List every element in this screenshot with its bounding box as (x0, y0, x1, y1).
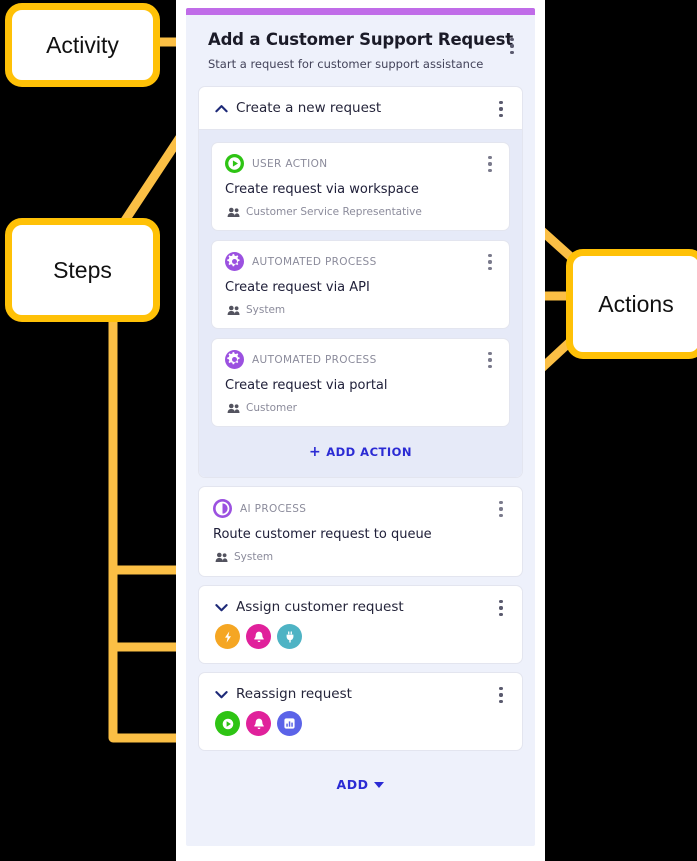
step-route-customer-request-to-queue[interactable]: AI PROCESS Route customer request to que… (198, 486, 523, 577)
action-kebab-menu-icon[interactable] (483, 254, 497, 271)
step-chip-row (199, 711, 522, 750)
page-subtitle: Start a request for customer support ass… (208, 57, 484, 71)
action-type: AUTOMATED PROCESS (225, 252, 496, 271)
callout-steps-label: Steps (53, 256, 112, 283)
step-create-a-new-request[interactable]: Create a new request USER ACTION Create … (198, 86, 523, 478)
action-role: System (213, 551, 508, 563)
step-assign-customer-request[interactable]: Assign customer request (198, 585, 523, 664)
gear-circle-icon (225, 252, 244, 271)
gear-circle-icon (225, 350, 244, 369)
action-card[interactable]: AUTOMATED PROCESS Create request via API (211, 240, 510, 329)
action-type: USER ACTION (225, 154, 496, 173)
step-actions-container: USER ACTION Create request via workspace (199, 129, 522, 477)
plus-icon: + (308, 444, 322, 460)
action-name: Create request via portal (225, 378, 388, 393)
action-card[interactable]: AUTOMATED PROCESS Create request via por… (211, 338, 510, 427)
step-name: Route customer request to queue (213, 527, 432, 542)
callout-activity: Activity (5, 3, 160, 87)
action-role: System (225, 304, 496, 316)
action-card[interactable]: USER ACTION Create request via workspace (211, 142, 510, 231)
people-icon (227, 305, 240, 316)
action-kebab-menu-icon[interactable] (483, 156, 497, 173)
action-type-label: USER ACTION (252, 157, 328, 170)
callout-actions: Actions (566, 249, 697, 359)
chevron-down-icon[interactable] (215, 688, 228, 701)
people-icon (227, 207, 240, 218)
panel-header: Add a Customer Support Request Start a r… (186, 8, 535, 72)
annotated-screenshot: Add a Customer Support Request Start a r… (0, 0, 697, 861)
step-header[interactable]: Reassign request (199, 673, 522, 715)
step-kebab-menu-icon[interactable] (494, 600, 508, 617)
action-role-label: Customer (246, 402, 298, 414)
action-type-label: AI PROCESS (240, 502, 307, 515)
action-name: Create request via API (225, 280, 370, 295)
step-chip-row (199, 624, 522, 663)
step-title: Assign customer request (236, 599, 404, 615)
step-header[interactable]: Create a new request (199, 87, 522, 129)
step-title: Reassign request (236, 686, 352, 702)
action-kebab-menu-icon[interactable] (483, 352, 497, 369)
step-header[interactable]: Assign customer request (199, 586, 522, 628)
action-name: Create request via workspace (225, 182, 419, 197)
panel-kebab-menu-icon[interactable] (505, 38, 519, 55)
action-role: Customer (225, 402, 496, 414)
step-title: Create a new request (236, 100, 382, 116)
action-role-label: Customer Service Representative (246, 206, 422, 218)
ai-half-circle-icon (213, 499, 232, 518)
people-icon (215, 552, 228, 563)
add-step-button[interactable]: ADD (186, 759, 535, 814)
callout-actions-label: Actions (598, 290, 674, 317)
action-type: AUTOMATED PROCESS (225, 350, 496, 369)
callout-activity-label: Activity (46, 31, 119, 58)
panel-accent-bar (186, 8, 535, 15)
people-icon (227, 403, 240, 414)
caret-down-icon (374, 781, 385, 788)
action-type-label: AUTOMATED PROCESS (252, 353, 377, 366)
activity-panel: Add a Customer Support Request Start a r… (186, 8, 535, 846)
play-circle-icon (225, 154, 244, 173)
step-kebab-menu-icon[interactable] (494, 501, 508, 518)
action-role: Customer Service Representative (225, 206, 496, 218)
step-kebab-menu-icon[interactable] (494, 101, 508, 118)
action-type-label: AUTOMATED PROCESS (252, 255, 377, 268)
chevron-up-icon[interactable] (215, 102, 228, 115)
action-role-label: System (234, 551, 274, 563)
step-kebab-menu-icon[interactable] (494, 687, 508, 704)
add-action-button[interactable]: + ADD ACTION (211, 436, 510, 473)
action-type: AI PROCESS (213, 499, 508, 518)
step-reassign-request[interactable]: Reassign request (198, 672, 523, 751)
callout-steps: Steps (5, 218, 160, 322)
add-step-label: ADD (336, 777, 369, 792)
add-action-label: ADD ACTION (326, 445, 413, 459)
chevron-down-icon[interactable] (215, 601, 228, 614)
action-role-label: System (246, 304, 286, 316)
page-title: Add a Customer Support Request (208, 30, 513, 49)
steps-list: Create a new request USER ACTION Create … (186, 72, 535, 751)
